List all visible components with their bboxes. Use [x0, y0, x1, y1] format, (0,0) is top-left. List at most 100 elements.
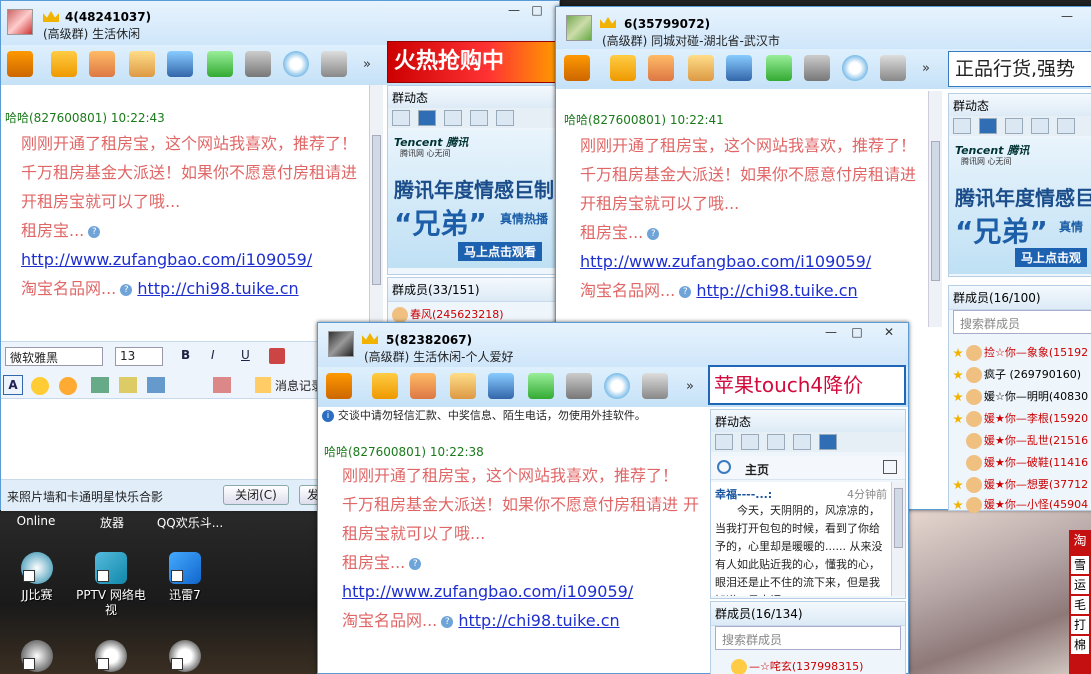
edit-icon[interactable] [883, 460, 897, 474]
folder-icon[interactable] [610, 55, 636, 81]
title-bar[interactable]: 4(48241037) (高级群) 生活休闲 — □ [1, 1, 559, 45]
settings-icon[interactable] [880, 55, 906, 81]
member-item[interactable]: 捡☆你—象象(15192 [953, 344, 1088, 361]
member-item[interactable]: 媛★你—乱世(21516 [966, 432, 1088, 449]
folder-icon[interactable] [372, 373, 398, 399]
more-chevron-icon[interactable]: » [686, 379, 694, 394]
settings-icon[interactable] [642, 373, 668, 399]
notes-icon[interactable] [89, 51, 115, 77]
member-item[interactable]: 疯子 (269790160) [953, 366, 1081, 383]
color-icon[interactable] [269, 348, 285, 364]
font-icon[interactable]: A [3, 375, 23, 395]
member-item[interactable]: —☆咤玄(137998315) [731, 658, 863, 674]
desktop-icon-bottom-1[interactable] [0, 640, 74, 674]
underline-icon[interactable]: U [241, 348, 250, 362]
tab-chat-icon[interactable] [1031, 118, 1049, 134]
emoji-icon[interactable] [31, 377, 49, 395]
s-circle-icon[interactable] [842, 55, 868, 81]
tab-calendar-icon[interactable] [444, 110, 462, 126]
member-item[interactable]: 媛★你—破鞋(11416 [966, 454, 1088, 471]
message-link[interactable]: http://www.zufangbao.com/i109059/ [580, 247, 924, 276]
tools-icon[interactable] [245, 51, 271, 77]
minimize-button[interactable]: — [820, 325, 842, 339]
home-label[interactable]: 主页 [745, 461, 769, 478]
desktop-icon-bottom-2[interactable] [74, 640, 148, 674]
minimize-button[interactable]: — [1056, 9, 1078, 23]
tab-home-icon[interactable] [979, 118, 997, 134]
tab-home-icon[interactable] [418, 110, 436, 126]
album-icon[interactable] [688, 55, 714, 81]
tencent-banner[interactable]: Tencent 腾讯 腾讯网 心无间 腾讯年度情感巨制 “兄弟” 真情热播 马上… [388, 130, 556, 268]
s-circle-icon[interactable] [283, 51, 309, 77]
emoji-shake-icon[interactable] [59, 377, 77, 395]
title-bar[interactable]: 6(35799072) (高级群) 同城对碰-湖北省-武汉市 — [556, 7, 1091, 49]
group-avatar[interactable] [7, 9, 33, 35]
tab-share-icon[interactable] [819, 434, 837, 450]
album-icon[interactable] [450, 373, 476, 399]
album-icon[interactable] [129, 51, 155, 77]
home-icon[interactable] [564, 55, 590, 81]
notes-icon[interactable] [410, 373, 436, 399]
tab-film-icon[interactable] [1057, 118, 1075, 134]
ad-banner-top[interactable]: 正品行货,强势 [948, 51, 1091, 87]
close-button[interactable]: ✕ [878, 325, 900, 339]
group-avatar[interactable] [328, 331, 354, 357]
desktop-icon-bottom-3[interactable] [148, 640, 222, 674]
desktop-icon-xunlei[interactable]: 迅雷7 [148, 552, 222, 603]
banner-cta[interactable]: 马上点击观 [1015, 248, 1088, 267]
message-link[interactable]: http://chi98.tuike.cn [137, 279, 298, 298]
member-item[interactable]: 媛★你—李根(15920 [953, 410, 1088, 427]
post-author[interactable]: 幸福----...: [715, 488, 772, 501]
bottom-promo-link[interactable]: 来照片墙和卡通明星快乐合影 [7, 488, 163, 505]
message-link[interactable]: http://www.zufangbao.com/i109059/ [21, 245, 365, 274]
tab-calendar-icon[interactable] [1005, 118, 1023, 134]
tools-icon[interactable] [566, 373, 592, 399]
image-icon[interactable] [91, 377, 109, 393]
member-item[interactable]: 媛★你—小怪(45904 [953, 496, 1088, 513]
member-search-input[interactable]: 搜索群成员 [953, 310, 1091, 334]
maximize-button[interactable]: □ [526, 3, 548, 17]
prev-arrow-icon[interactable] [953, 118, 971, 134]
italic-icon[interactable]: I [211, 348, 215, 362]
group-avatar[interactable] [566, 15, 592, 41]
desktop-icon-jj[interactable]: JJ比赛 [0, 552, 74, 603]
add-icon[interactable] [207, 51, 233, 77]
prev-arrow-icon[interactable] [392, 110, 410, 126]
feed-scrollbar[interactable] [891, 482, 905, 596]
font-size-select[interactable]: 13 [115, 347, 163, 366]
prev-arrow-icon[interactable] [715, 434, 733, 450]
ad-banner-top[interactable]: 苹果touch4降价 [708, 365, 906, 405]
message-link[interactable]: http://chi98.tuike.cn [696, 281, 857, 300]
minimize-button[interactable]: — [503, 3, 525, 17]
home-icon[interactable] [7, 51, 33, 77]
message-link[interactable]: http://chi98.tuike.cn [458, 611, 619, 630]
add-icon[interactable] [528, 373, 554, 399]
tab-image-icon[interactable] [767, 434, 785, 450]
member-item[interactable]: 媛☆你—明明(40830 [953, 388, 1088, 405]
message-history-button[interactable]: 消息记录 [275, 377, 323, 394]
title-bar[interactable]: 5(82382067) (高级群) 生活休闲-个人爱好 — □ ✕ [318, 323, 908, 367]
refresh-icon[interactable] [717, 460, 731, 474]
home-icon[interactable] [326, 373, 352, 399]
tab-list-icon[interactable] [793, 434, 811, 450]
settings-icon[interactable] [321, 51, 347, 77]
member-item[interactable]: 媛★你—想要(37712 [953, 476, 1088, 493]
member-item[interactable]: 春风(245623218) [392, 306, 504, 323]
folder-icon[interactable] [51, 51, 77, 77]
tab-sound-icon[interactable] [741, 434, 759, 450]
more-chevron-icon[interactable]: » [363, 57, 371, 72]
banner-cta[interactable]: 马上点击观看 [458, 242, 543, 261]
tools-icon[interactable] [804, 55, 830, 81]
more-chevron-icon[interactable]: » [922, 61, 930, 76]
close-button[interactable]: 关闭(C) [223, 485, 289, 505]
chat-scrollbar[interactable] [369, 85, 383, 341]
s-circle-icon[interactable] [604, 373, 630, 399]
apps-icon[interactable] [167, 51, 193, 77]
bold-icon[interactable]: B [181, 348, 190, 362]
add-icon[interactable] [766, 55, 792, 81]
ad-banner-top[interactable]: 火热抢购中 [387, 41, 557, 83]
message-link[interactable]: http://www.zufangbao.com/i109059/ [342, 577, 704, 606]
tab-film-icon[interactable] [470, 110, 488, 126]
notes-icon[interactable] [648, 55, 674, 81]
desktop-icon-pptv[interactable]: PPTV 网络电视 [74, 552, 148, 618]
